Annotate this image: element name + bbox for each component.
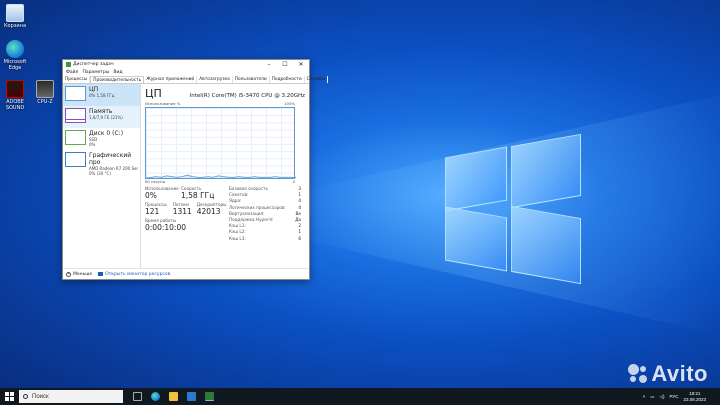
chevron-up-icon[interactable]: ˄ [643, 394, 646, 399]
menu-bar: Файл Параметры Вид [63, 69, 309, 76]
desktop-icon-cpuz[interactable]: CPU-Z [30, 80, 60, 105]
task-manager-window[interactable]: Диспетчер задач – ☐ ✕ Файл Параметры Вид… [62, 59, 328, 280]
sidebar-item-detail: 0% [89, 142, 96, 147]
maximize-button[interactable]: ☐ [277, 60, 293, 69]
stat-usage-value: 0% [145, 191, 157, 200]
edge-icon [6, 40, 24, 58]
performance-sidebar: ЦП 0% 1,58 ГГц Память 1,6/7,9 ГБ (21%) Д… [63, 84, 141, 268]
cpu-usage-graph [145, 107, 296, 179]
stat-uptime-value: 0:00:10:00 [145, 223, 186, 232]
sidebar-item-label: Память [89, 108, 113, 115]
memory-thumbnail-graph [65, 108, 86, 123]
tab-users[interactable]: Пользователи [233, 76, 270, 83]
store-icon[interactable] [187, 392, 196, 401]
file-explorer-icon[interactable] [169, 392, 178, 401]
recycle-bin-icon [6, 4, 24, 22]
close-button[interactable]: ✕ [293, 60, 309, 69]
minimize-button[interactable]: – [261, 60, 277, 69]
cpu-usage-line [146, 174, 296, 178]
system-tray: ˄ ▭ ◁) РУС 18:21 23.08.2023 [643, 388, 706, 405]
window-footer: ^ Меньше Открыть монитор ресурсов [63, 268, 309, 279]
search-icon [23, 394, 28, 399]
desktop-icon-edge[interactable]: Microsoft Edge [0, 40, 30, 71]
tab-app-history[interactable]: Журнал приложений [144, 76, 198, 83]
taskbar: Поиск ˄ ▭ ◁) РУС 18:21 23.08.2023 [0, 388, 720, 405]
task-manager-taskbar-icon[interactable] [205, 392, 214, 401]
clock[interactable]: 18:21 23.08.2023 [683, 391, 706, 403]
menu-file[interactable]: Файл [66, 70, 78, 75]
cpu-detail-panel: ЦП Intel(R) Core(TM) i5-3470 CPU @ 3.20G… [141, 84, 309, 268]
sidebar-item-label: ЦП [89, 86, 99, 93]
sidebar-item-label: Графический про [89, 152, 132, 166]
task-view-icon[interactable] [133, 392, 142, 401]
windows-icon [4, 392, 14, 401]
cpu-heading: ЦП [145, 87, 162, 100]
desktop-icon-adobe-sound[interactable]: ADOBE SOUND [0, 80, 30, 111]
tab-startup[interactable]: Автозагрузка [197, 76, 233, 83]
detail-row: Кэш L3: 6 [229, 235, 301, 241]
resource-monitor-icon [98, 272, 104, 276]
menu-view[interactable]: Вид [113, 70, 122, 75]
task-manager-icon [66, 62, 71, 67]
volume-icon[interactable]: ◁) [659, 394, 664, 400]
tab-services[interactable]: Службы [305, 76, 328, 83]
taskbar-pinned [133, 392, 214, 401]
sidebar-item-cpu[interactable]: ЦП 0% 1,58 ГГц [63, 84, 140, 106]
sidebar-item-gpu[interactable]: Графический про AMD Radeon R7 200 Ser 0%… [63, 150, 140, 176]
avito-watermark: Avito [628, 361, 708, 387]
menu-options[interactable]: Параметры [82, 70, 109, 75]
sidebar-item-label: Диск 0 (C:) [89, 130, 124, 137]
taskbar-search[interactable]: Поиск [19, 390, 123, 403]
sidebar-item-memory[interactable]: Память 1,6/7,9 ГБ (21%) [63, 106, 140, 128]
avito-logo-icon [628, 364, 648, 384]
windows-logo-wallpaper [445, 128, 585, 288]
sidebar-item-detail: 0% 1,58 ГГц [89, 93, 115, 98]
chevron-up-icon: ^ [66, 271, 71, 277]
open-resource-monitor-link[interactable]: Открыть монитор ресурсов [98, 272, 170, 277]
tab-processes[interactable]: Процессы [63, 76, 91, 83]
tab-strip: Процессы Производительность Журнал прило… [63, 76, 328, 84]
app-icon [6, 80, 24, 98]
network-icon[interactable]: ▭ [650, 394, 654, 400]
cpu-details-list: Базовая скорость 3 Сокетов: 1 Ядра: 4 Логич… [229, 186, 301, 242]
time-axis-label: 60 секунд [145, 179, 166, 184]
fewer-details-button[interactable]: ^ Меньше [66, 271, 92, 277]
start-button[interactable] [0, 388, 18, 405]
language-indicator[interactable]: РУС [669, 394, 678, 399]
desktop-icon-recycle-bin[interactable]: Корзина [0, 4, 30, 29]
title-bar[interactable]: Диспетчер задач – ☐ ✕ [63, 60, 309, 69]
cpu-thumbnail-graph [65, 86, 86, 101]
stat-processes-value: 121 [145, 207, 160, 216]
sidebar-item-detail: 0% (30 °C) [89, 171, 111, 176]
time-axis-min: 0 [292, 179, 295, 184]
edge-icon[interactable] [151, 392, 160, 401]
cpuz-icon [36, 80, 54, 98]
cpu-model: Intel(R) Core(TM) i5-3470 CPU @ 3.20GHz [189, 93, 305, 99]
cpu-stats: Использование 0% Скорость 1,58 ГГц Проце… [145, 186, 226, 232]
stat-threads-value: 1311 [172, 207, 192, 216]
stat-speed-value: 1,58 ГГц [181, 191, 215, 200]
window-title: Диспетчер задач [73, 62, 114, 67]
tab-details[interactable]: Подробности [270, 76, 305, 83]
disk-thumbnail-graph [65, 130, 86, 145]
sidebar-item-detail: 1,6/7,9 ГБ (21%) [89, 115, 123, 120]
stat-handles-value: 42013 [196, 207, 221, 216]
tab-performance[interactable]: Производительность [90, 76, 145, 83]
sidebar-item-disk[interactable]: Диск 0 (C:) SSD 0% [63, 128, 140, 150]
gpu-thumbnail-graph [65, 152, 86, 167]
